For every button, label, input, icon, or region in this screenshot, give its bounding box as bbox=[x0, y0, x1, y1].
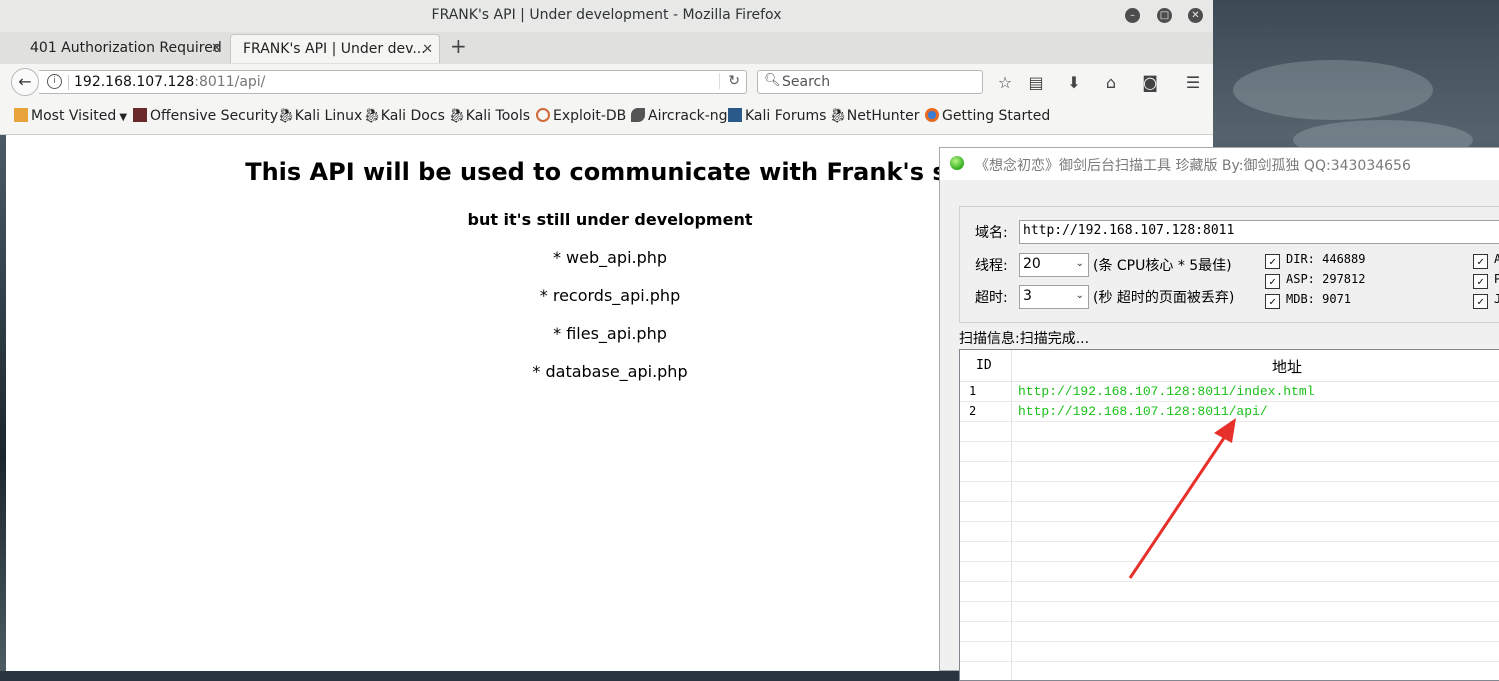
annotation-arrow bbox=[1128, 418, 1236, 579]
arrow-shaft bbox=[1128, 431, 1230, 579]
arrow-head bbox=[1214, 418, 1236, 443]
